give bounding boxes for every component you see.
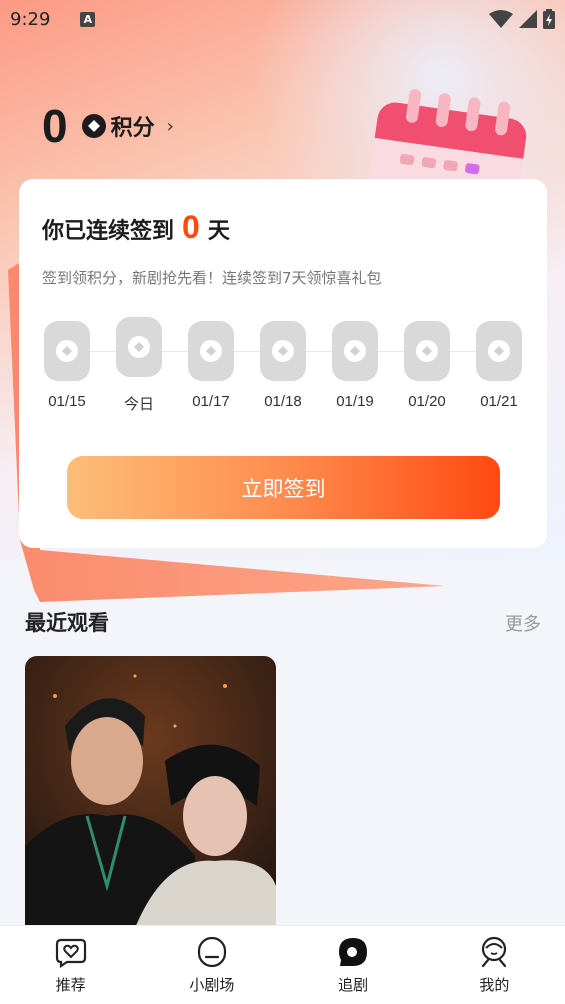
points-coin-icon [81, 114, 106, 138]
points-summary[interactable]: 0 积分 › [42, 100, 174, 152]
points-label: 积分 [110, 116, 155, 141]
checkin-card: 你已连续签到 0 天 签到领积分，新剧抢先看！连续签到7天领惊喜礼包 01/15… [19, 179, 547, 548]
bottom-tab-bar: 推荐 小剧场 追剧 我的 [0, 925, 565, 1004]
coin-icon [416, 340, 438, 362]
day-item[interactable]: 01/21 [475, 321, 523, 410]
day-badge [188, 321, 234, 381]
day-label: 01/20 [408, 393, 446, 410]
notification-indicator: A [80, 11, 96, 27]
wifi-icon [489, 10, 513, 28]
day-item[interactable]: 01/17 [187, 321, 235, 410]
poster-image [25, 656, 276, 928]
day-label: 01/17 [192, 393, 230, 410]
profile-icon [478, 936, 510, 968]
day-badge [332, 321, 378, 381]
day-label: 01/15 [48, 393, 86, 410]
tab-follow-drama[interactable]: 追剧 [283, 926, 424, 1004]
points-value: 0 [42, 100, 68, 152]
day-item[interactable]: 01/20 [403, 321, 451, 410]
day-item[interactable]: 01/18 [259, 321, 307, 410]
coin-icon [200, 340, 222, 362]
checkin-button[interactable]: 立即签到 [67, 456, 500, 519]
day-label: 今日 [123, 396, 154, 413]
day-badge [116, 317, 162, 377]
status-bar: 9:29 A [0, 0, 565, 38]
day-item[interactable]: 01/15 [43, 321, 91, 410]
heart-bubble-icon [55, 936, 87, 968]
recent-more-link[interactable]: 更多 [505, 610, 541, 636]
tab-label: 追剧 [338, 976, 369, 994]
day-label: 01/21 [480, 393, 518, 410]
recent-drama-poster[interactable] [25, 656, 276, 928]
checkin-subtitle: 签到领积分，新剧抢先看！连续签到7天领惊喜礼包 [42, 269, 382, 287]
tab-label: 推荐 [55, 976, 86, 994]
tab-label: 我的 [479, 976, 510, 994]
coin-icon [488, 340, 510, 362]
coin-icon [272, 340, 294, 362]
coin-icon [128, 336, 150, 358]
day-badge [260, 321, 306, 381]
day-badge [476, 321, 522, 381]
streak-suffix: 天 [207, 219, 230, 244]
recent-section-title: 最近观看 [25, 611, 109, 635]
streak-days: 0 [182, 209, 200, 245]
calendar-icon [368, 89, 527, 188]
battery-icon [543, 9, 555, 29]
theater-icon [196, 936, 228, 968]
coin-icon [56, 340, 78, 362]
tab-profile[interactable]: 我的 [424, 926, 565, 1004]
day-label: 01/18 [264, 393, 302, 410]
day-label: 01/19 [336, 393, 374, 410]
follow-drama-icon [337, 936, 369, 968]
tab-theater[interactable]: 小剧场 [141, 926, 282, 1004]
day-badge [404, 321, 450, 381]
status-icons [489, 9, 555, 29]
checkin-streak-title: 你已连续签到 0 天 [42, 209, 230, 246]
tab-label: 小剧场 [189, 976, 235, 994]
day-item[interactable]: 01/19 [331, 321, 379, 410]
chevron-right-icon: › [166, 115, 174, 137]
day-item-today[interactable]: 今日 [115, 317, 163, 414]
tab-recommend[interactable]: 推荐 [0, 926, 141, 1004]
streak-prefix: 你已连续签到 [42, 219, 175, 244]
signal-icon [519, 10, 537, 28]
day-badge [44, 321, 90, 381]
coin-icon [344, 340, 366, 362]
status-time: 9:29 [10, 8, 51, 30]
